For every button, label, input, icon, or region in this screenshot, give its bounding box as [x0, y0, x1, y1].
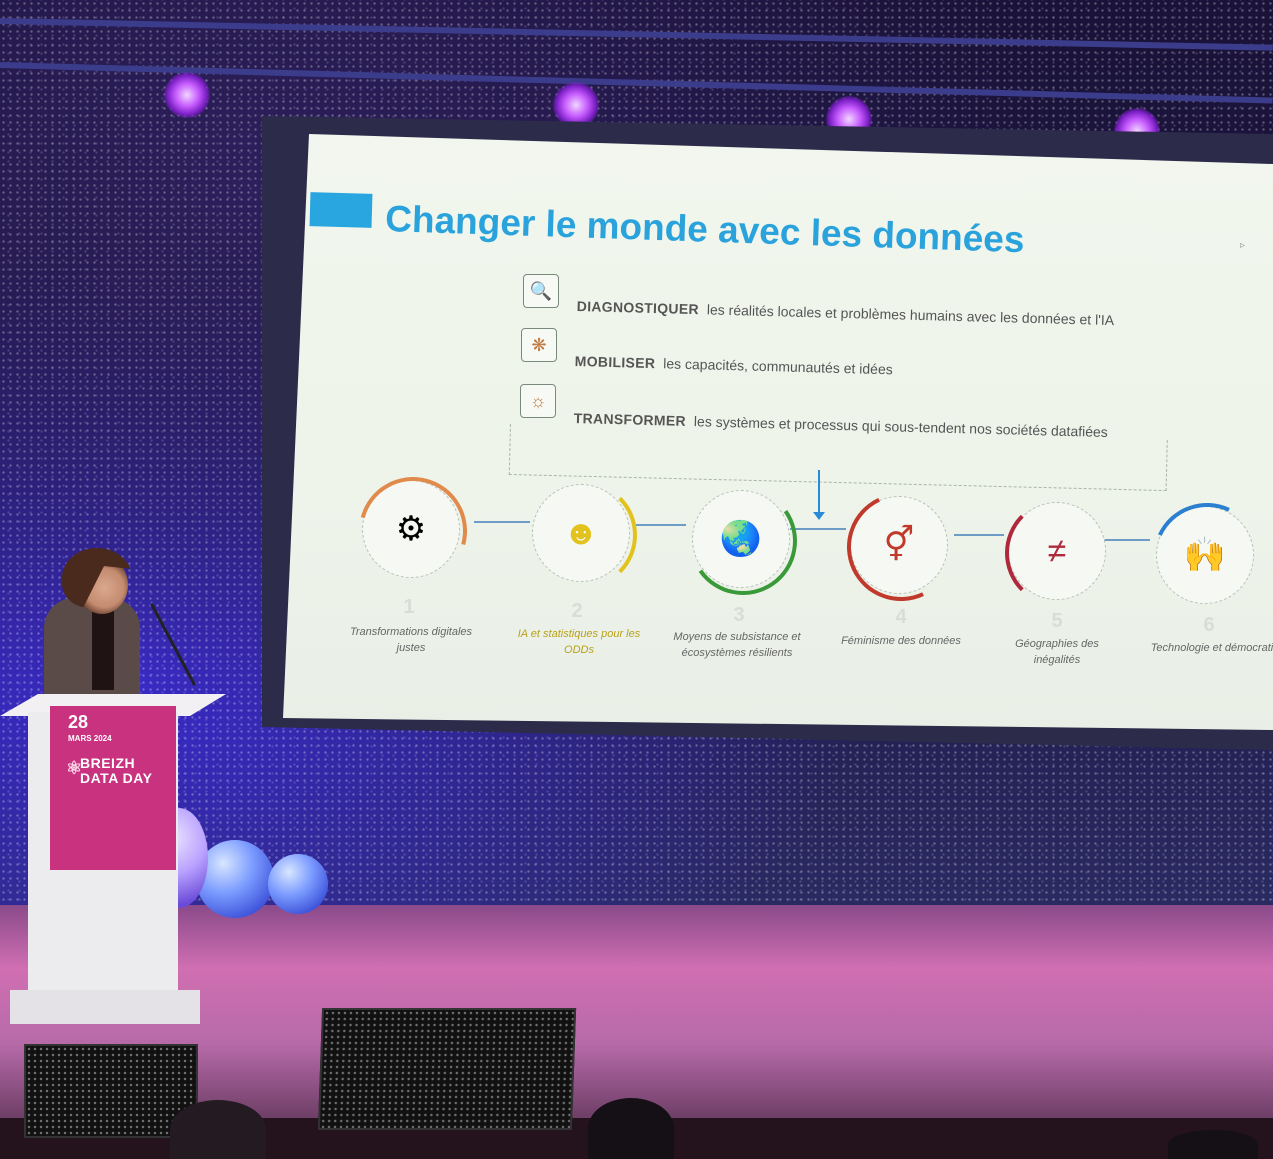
audience-head [588, 1098, 674, 1159]
magnifier-person-icon: 🔍 [523, 274, 559, 308]
theme-number: 6 [1203, 614, 1215, 636]
not-equal-icon: ≠ [1005, 499, 1106, 607]
event-date: 28 [68, 712, 89, 732]
connector-line [954, 534, 1004, 536]
theme-number: 5 [1051, 610, 1063, 632]
raised-hands-icon: 🙌 [1137, 487, 1273, 627]
audience-head [1168, 1130, 1258, 1159]
theme-caption: Féminisme des données [841, 635, 961, 647]
connector-line [474, 521, 530, 523]
audience-head [170, 1100, 266, 1159]
title-accent-bar [309, 192, 373, 228]
network-icon: ❋ [521, 328, 557, 362]
podium-base [10, 990, 200, 1024]
connector-line [636, 524, 686, 526]
theme-caption: Géographies des inégalités [1015, 638, 1099, 666]
sun-gear-icon: ☼ [520, 384, 556, 418]
speaker-scarf [92, 606, 114, 690]
cursor-icon: ▹ [1240, 240, 1246, 251]
ai-head-icon: ☻ [532, 481, 637, 589]
bullet-keyword: DIAGNOSTIQUER [576, 298, 700, 318]
stage-light [553, 82, 599, 128]
stage-light [164, 72, 210, 118]
gear-person-icon: ⚙ [339, 457, 487, 605]
earth-leaf-icon: 🌏 [680, 478, 806, 604]
theme-caption: IA et statistiques pour les ODDs [517, 628, 641, 656]
theme-number: 1 [403, 596, 415, 618]
stage-monitor [317, 1008, 577, 1130]
balloon-light [268, 854, 328, 914]
theme-number: 4 [895, 606, 907, 628]
bullet-keyword: MOBILISER [574, 353, 656, 372]
theme-number: 2 [571, 600, 583, 622]
theme-number: 3 [733, 604, 745, 626]
event-brand: BREIZH DATA DAY [80, 755, 153, 786]
gender-equality-icon: ⚥ [831, 477, 971, 617]
event-month: MARS 2024 [68, 734, 112, 743]
theme-caption: Moyens de subsistance et écosystèmes rés… [673, 631, 801, 659]
connector-line [790, 528, 846, 530]
down-arrow-icon [813, 470, 825, 520]
podium-banner: 28 MARS 2024 ⚛ BREIZH DATA DAY [50, 706, 176, 870]
theme-caption: Technologie et démocratie [1150, 642, 1273, 654]
theme-caption: Transformations digitales justes [349, 626, 473, 654]
